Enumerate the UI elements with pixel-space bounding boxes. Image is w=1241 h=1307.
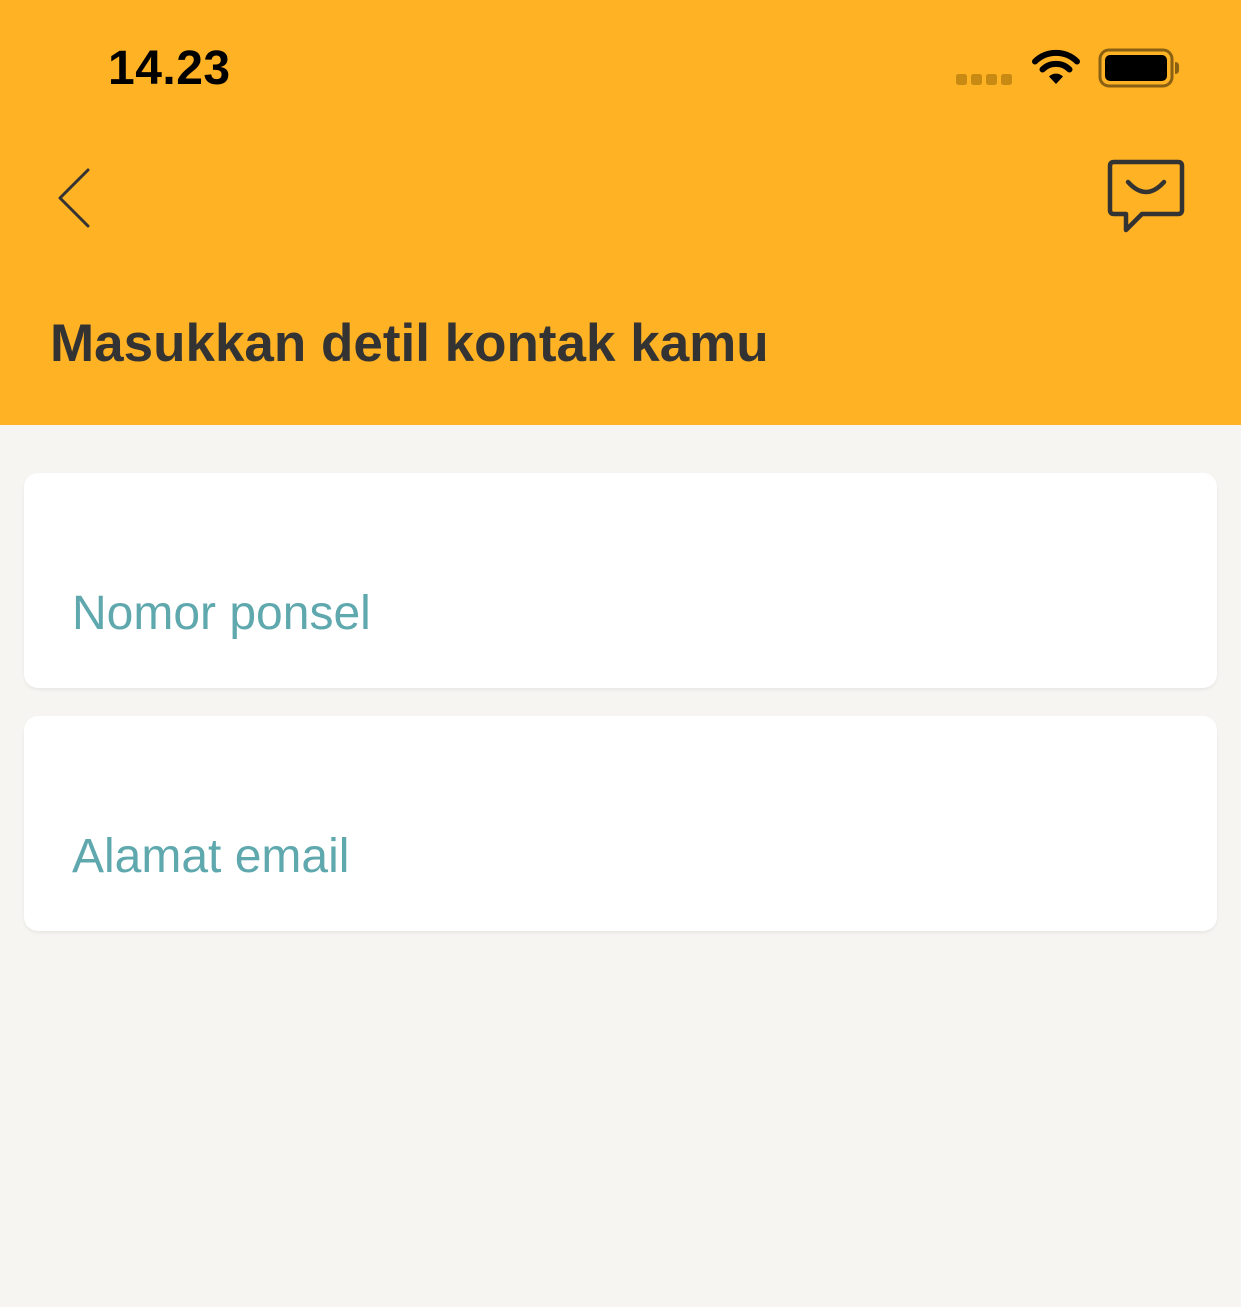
email-field-card[interactable]: [24, 716, 1217, 931]
wifi-icon: [1032, 49, 1080, 84]
app-header: 14.23 Masukkan detil kontak kamu: [0, 0, 1241, 425]
phone-number-input[interactable]: [72, 578, 1172, 648]
phone-field-card[interactable]: [24, 473, 1217, 688]
chevron-left-icon: [58, 168, 90, 228]
chat-button[interactable]: [1100, 154, 1192, 240]
chat-smile-icon: [1107, 159, 1185, 233]
battery-icon: [1098, 48, 1179, 88]
back-button[interactable]: [44, 160, 104, 236]
email-address-input[interactable]: [72, 821, 1172, 891]
cellular-signal-icon: [956, 74, 1012, 85]
status-time: 14.23: [108, 42, 231, 95]
page-title: Masukkan detil kontak kamu: [50, 314, 769, 373]
